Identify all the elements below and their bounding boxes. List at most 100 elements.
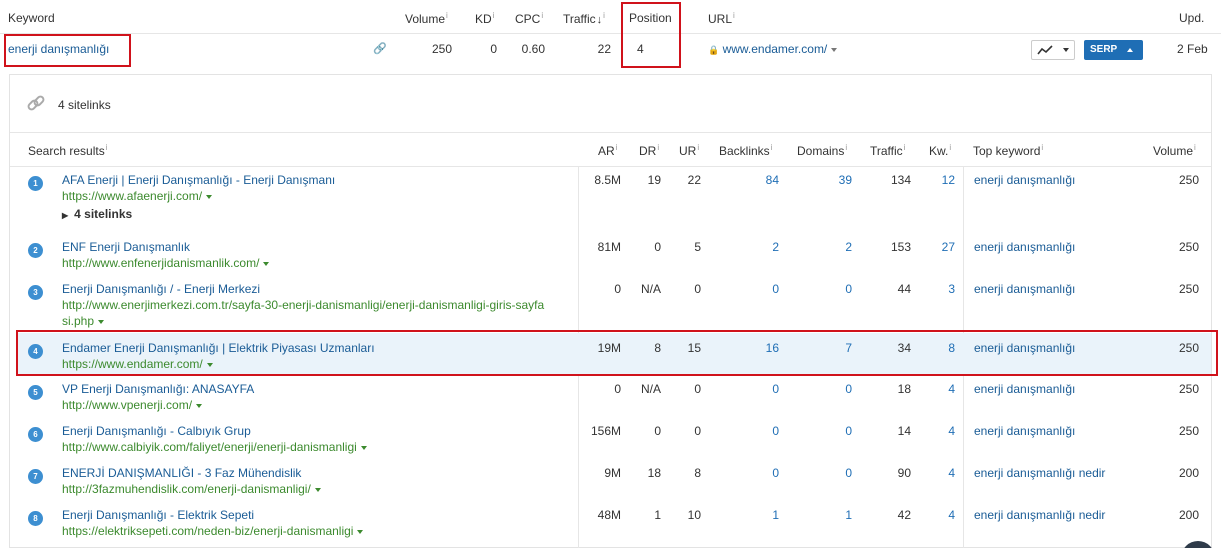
rank-badge: 8 [28, 511, 43, 526]
th-dr[interactable]: DRi [639, 143, 659, 158]
result-url-continued[interactable]: si.php [62, 314, 105, 328]
result-top-keyword[interactable]: enerji danışmanlığı [974, 382, 1075, 396]
col-position[interactable]: Position [629, 11, 672, 25]
result-backlinks[interactable]: 2 [720, 240, 779, 254]
result-title-link[interactable]: Enerji Danışmanlığı - Calbıyık Grup [62, 424, 251, 438]
keyword-kd: 0 [490, 42, 497, 56]
result-title-link[interactable]: Enerji Danışmanlığı - Elektrik Sepeti [62, 508, 254, 522]
result-top-keyword[interactable]: enerji danışmanlığı nedir [974, 466, 1105, 480]
col-kd[interactable]: KDi [475, 11, 494, 26]
result-backlinks[interactable]: 1 [720, 508, 779, 522]
result-kw[interactable]: 8 [920, 341, 955, 355]
result-kw[interactable]: 4 [920, 424, 955, 438]
result-kw[interactable]: 12 [920, 173, 955, 187]
result-url[interactable]: http://www.enfenerjidanismanlik.com/ [62, 256, 270, 270]
col-volume[interactable]: Volumei [405, 11, 448, 26]
col-keyword[interactable]: Keyword [8, 11, 55, 25]
th-volume[interactable]: Volumei [1153, 143, 1196, 158]
result-url[interactable]: http://www.vpenerji.com/ [62, 398, 203, 412]
th-domains[interactable]: Domainsi [797, 143, 847, 158]
rank-badge: 6 [28, 427, 43, 442]
result-dr: 19 [647, 173, 661, 187]
serp-button-label: SERP [1090, 44, 1118, 55]
result-volume: 250 [1178, 382, 1199, 396]
chevron-down-icon [357, 529, 364, 534]
result-url[interactable]: http://3fazmuhendislik.com/enerji-danism… [62, 482, 321, 496]
result-kw[interactable]: 27 [920, 240, 955, 254]
result-url[interactable]: https://elektriksepeti.com/neden-biz/ene… [62, 524, 364, 538]
result-dr: 8 [654, 341, 661, 355]
result-kw[interactable]: 3 [920, 282, 955, 296]
result-domains[interactable]: 0 [800, 382, 852, 396]
keyword-url-text: www.endamer.com/ [722, 42, 828, 56]
col-traffic[interactable]: Traffic↓i [563, 11, 605, 26]
th-backlinks[interactable]: Backlinksi [719, 143, 772, 158]
col-updated[interactable]: Upd. [1179, 11, 1204, 25]
col-cpc[interactable]: CPCi [515, 11, 543, 26]
result-top-keyword[interactable]: enerji danışmanlığı [974, 240, 1075, 254]
result-kw[interactable]: 4 [920, 382, 955, 396]
col-volume-label: Volume [405, 12, 446, 26]
result-url[interactable]: https://www.endamer.com/ [62, 357, 213, 371]
result-title-link[interactable]: Endamer Enerji Danışmanlığı | Elektrik P… [62, 341, 375, 355]
th-top-keyword[interactable]: Top keywordi [973, 143, 1043, 158]
result-domains[interactable]: 39 [800, 173, 852, 187]
result-domains[interactable]: 0 [800, 466, 852, 480]
rank-badge: 2 [28, 243, 43, 258]
result-backlinks[interactable]: 0 [720, 466, 779, 480]
th-volume-label: Volume [1153, 144, 1194, 158]
result-sitelinks-toggle[interactable]: ▶ 4 sitelinks [62, 207, 132, 221]
result-domains[interactable]: 2 [800, 240, 852, 254]
result-top-keyword[interactable]: enerji danışmanlığı [974, 341, 1075, 355]
result-kw[interactable]: 4 [920, 508, 955, 522]
result-title-link[interactable]: Enerji Danışmanlığı / - Enerji Merkezi [62, 282, 260, 296]
th-top-keyword-label: Top keyword [973, 144, 1041, 158]
result-top-keyword[interactable]: enerji danışmanlığı [974, 282, 1075, 296]
table-header-divider [10, 166, 1211, 167]
th-ur[interactable]: URi [679, 143, 699, 158]
result-backlinks[interactable]: 0 [720, 424, 779, 438]
th-search-results[interactable]: Search resultsi [28, 143, 107, 158]
chevron-down-icon [314, 487, 321, 492]
result-ur: 0 [694, 282, 701, 296]
th-domains-label: Domains [797, 144, 845, 158]
result-dr: N/A [640, 282, 661, 296]
trend-dropdown[interactable] [1031, 40, 1075, 60]
th-ar[interactable]: ARi [598, 143, 617, 158]
keyword-url[interactable]: 🔒 www.endamer.com/ [708, 42, 837, 56]
serp-button[interactable]: SERP [1084, 40, 1143, 60]
result-domains[interactable]: 1 [800, 508, 852, 522]
result-domains[interactable]: 0 [800, 282, 852, 296]
result-backlinks[interactable]: 84 [720, 173, 779, 187]
chain-link-icon[interactable]: 🔗 [373, 42, 387, 55]
result-top-keyword[interactable]: enerji danışmanlığı [974, 424, 1075, 438]
chevron-down-icon [98, 319, 105, 324]
result-ar: 8.5M [594, 173, 621, 187]
result-backlinks[interactable]: 0 [720, 282, 779, 296]
col-url[interactable]: URLi [708, 11, 735, 26]
result-ar: 19M [597, 341, 621, 355]
result-kw[interactable]: 4 [920, 466, 955, 480]
result-ar: 81M [597, 240, 621, 254]
result-traffic: 134 [890, 173, 911, 187]
result-url[interactable]: http://www.enerjimerkezi.com.tr/sayfa-30… [62, 298, 544, 312]
result-backlinks[interactable]: 16 [720, 341, 779, 355]
result-title-link[interactable]: ENERJİ DANIŞMANLIĞI - 3 Faz Mühendislik [62, 466, 301, 480]
th-kw[interactable]: Kw.i [929, 143, 951, 158]
keyword-link[interactable]: enerji danışmanlığı [8, 42, 109, 56]
result-top-keyword[interactable]: enerji danışmanlığı [974, 173, 1075, 187]
result-url[interactable]: http://www.calbiyik.com/faliyet/enerji/e… [62, 440, 367, 454]
result-url-text: http://www.enerjimerkezi.com.tr/sayfa-30… [62, 298, 545, 312]
result-backlinks[interactable]: 0 [720, 382, 779, 396]
result-domains[interactable]: 0 [800, 424, 852, 438]
th-dr-label: DR [639, 144, 657, 158]
result-url-text: http://www.enfenerjidanismanlik.com/ [62, 256, 260, 270]
result-title-link[interactable]: ENF Enerji Danışmanlık [62, 240, 190, 254]
result-title-link[interactable]: VP Enerji Danışmanlığı: ANASAYFA [62, 382, 254, 396]
result-top-keyword[interactable]: enerji danışmanlığı nedir [974, 508, 1105, 522]
result-domains[interactable]: 7 [800, 341, 852, 355]
th-traffic[interactable]: Traffici [870, 143, 905, 158]
result-url[interactable]: https://www.afaenerji.com/ [62, 189, 213, 203]
result-url-text: http://3fazmuhendislik.com/enerji-danism… [62, 482, 311, 496]
result-title-link[interactable]: AFA Enerji | Enerji Danışmanlığı - Enerj… [62, 173, 335, 187]
